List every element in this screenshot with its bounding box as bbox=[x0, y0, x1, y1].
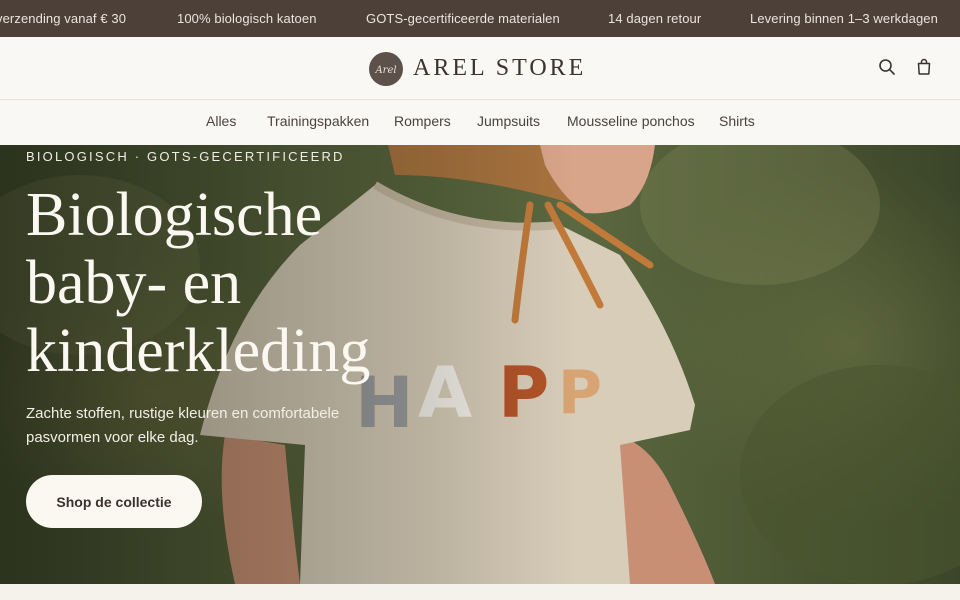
hero-subtitle: Zachte stoffen, rustige kleuren en comfo… bbox=[26, 405, 340, 446]
announcement-message: 100% biologisch katoen bbox=[177, 11, 317, 26]
hero-title-line: Biologische bbox=[26, 181, 323, 249]
brand-logo-link[interactable]: Arel AREL STORE bbox=[369, 51, 586, 86]
shop-collection-button[interactable]: Shop de collectie bbox=[26, 475, 202, 528]
hero-title-line: kinderkleding bbox=[26, 317, 371, 385]
cart-button[interactable] bbox=[913, 56, 935, 78]
announcement-message: GOTS-gecertificeerde materialen bbox=[366, 11, 560, 26]
site-header: Arel AREL STORE bbox=[0, 37, 960, 100]
search-button[interactable] bbox=[876, 56, 898, 78]
shopping-bag-icon bbox=[917, 58, 931, 75]
logo-mark: Arel bbox=[369, 51, 403, 86]
hero-title: Biologische baby- en kinderkleding bbox=[26, 181, 446, 385]
announcement-message: Levering binnen 1–3 werkdagen bbox=[750, 11, 938, 26]
logo-script-text: Arel bbox=[374, 65, 396, 76]
hero-title-line: baby- en bbox=[26, 249, 242, 317]
announcement-message: 14 dagen retour bbox=[608, 11, 702, 26]
nav-item-mousseline-ponchos[interactable]: Mousseline ponchos bbox=[567, 113, 695, 129]
category-nav: Alles Trainingspakken Rompers Jumpsuits … bbox=[0, 100, 960, 145]
brand-name: AREL STORE bbox=[413, 55, 587, 81]
logo-script-mark: Arel bbox=[374, 65, 396, 76]
hero-eyebrow: BIOLOGISCH · GOTS-GECERTIFICEERD bbox=[26, 149, 345, 164]
nav-item-jumpsuits[interactable]: Jumpsuits bbox=[477, 113, 540, 129]
nav-item-rompers[interactable]: Rompers bbox=[394, 113, 451, 129]
nav-item-shirts[interactable]: Shirts bbox=[719, 113, 755, 129]
announcement-bar: verzending vanaf € 30 100% biologisch ka… bbox=[0, 0, 960, 37]
announcement-track: verzending vanaf € 30 100% biologisch ka… bbox=[0, 0, 960, 37]
hero-banner: H A P P BIOLOGISCH · GOTS-GECERTIFICEERD… bbox=[0, 145, 960, 584]
nav-item-trainingspakken[interactable]: Trainingspakken bbox=[267, 113, 369, 129]
nav-item-alles[interactable]: Alles bbox=[206, 113, 236, 129]
page-bottom-strip bbox=[0, 584, 960, 600]
announcement-message: verzending vanaf € 30 bbox=[0, 11, 127, 26]
search-icon bbox=[879, 59, 895, 75]
